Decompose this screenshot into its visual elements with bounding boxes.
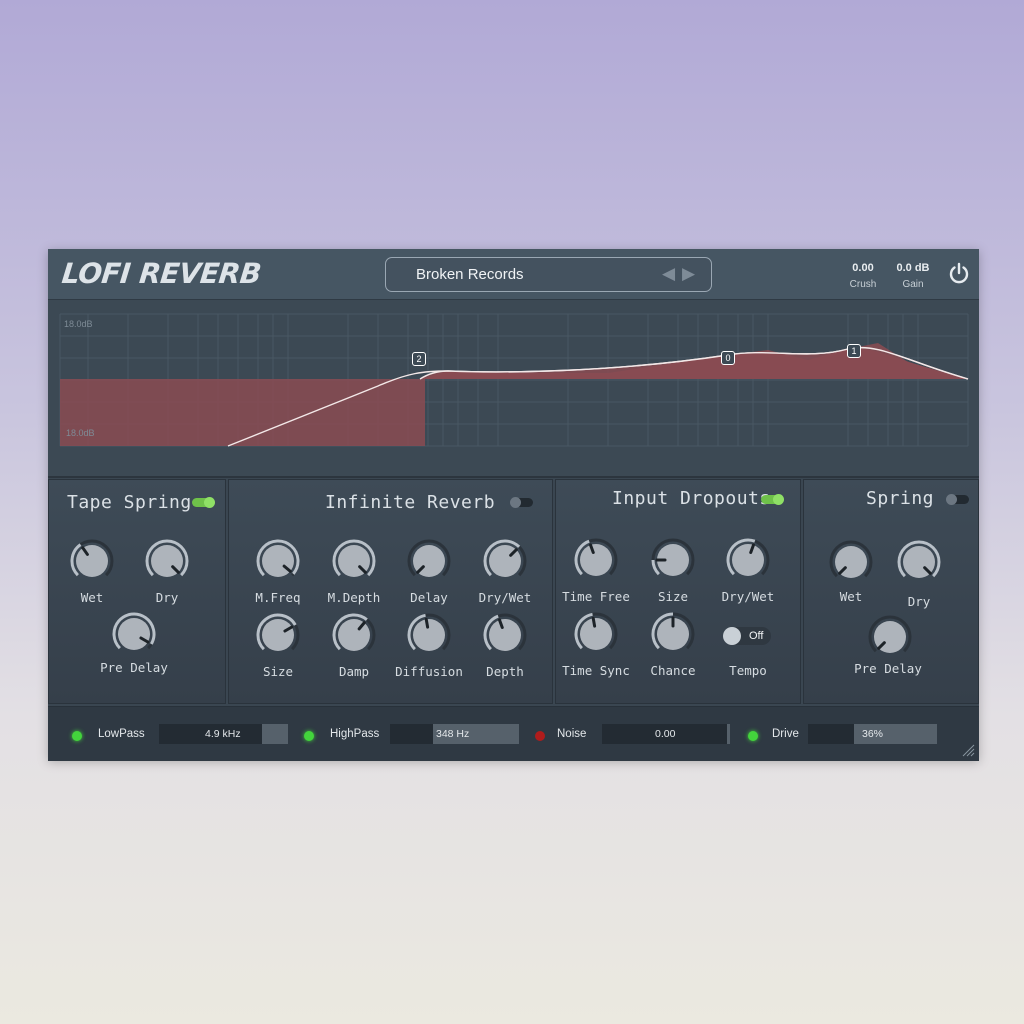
eq-node-2[interactable]: 2 xyxy=(412,352,426,366)
logo: LOFI REVERB xyxy=(60,257,263,290)
size-knob[interactable] xyxy=(256,613,300,657)
highpass-led[interactable] xyxy=(304,731,314,741)
noise-label: Noise xyxy=(557,728,587,740)
dry-wet-knob[interactable] xyxy=(483,539,527,583)
spring-wet-knob[interactable] xyxy=(829,540,873,584)
eq-display[interactable]: 18.0dB 18.0dB 2 0 1 xyxy=(48,300,979,478)
knob-label: Dry/Wet xyxy=(478,590,532,605)
drive-led[interactable] xyxy=(748,731,758,741)
spring-toggle[interactable] xyxy=(946,494,969,505)
lowpass-label: LowPass xyxy=(98,728,145,740)
crush-label: Crush xyxy=(849,279,877,290)
damp-knob[interactable] xyxy=(332,613,376,657)
gain-value: 0.0 dB xyxy=(896,262,930,274)
dry-knob[interactable] xyxy=(145,539,189,583)
time-free-knob[interactable] xyxy=(574,538,618,582)
dropout-size-knob[interactable] xyxy=(651,538,695,582)
infinite-reverb-toggle[interactable] xyxy=(510,497,533,508)
knob-label: Pre Delay xyxy=(100,660,168,675)
dropout-dry-wet-knob[interactable] xyxy=(726,538,770,582)
highpass-value: 348 Hz xyxy=(436,728,470,740)
mfreq-knob[interactable] xyxy=(256,539,300,583)
knob-label: Pre Delay xyxy=(854,661,922,676)
eq-node-0[interactable]: 0 xyxy=(721,351,735,365)
preset-selector[interactable]: Broken Records ◀ ▶ xyxy=(385,257,712,292)
diffusion-knob[interactable] xyxy=(407,613,451,657)
pre-delay-knob[interactable] xyxy=(112,612,156,656)
delay-knob[interactable] xyxy=(407,539,451,583)
chance-knob[interactable] xyxy=(651,612,695,656)
gain-label: Gain xyxy=(902,279,924,290)
spring-dry-knob[interactable] xyxy=(897,540,941,584)
panel-infinite-reverb: Infinite Reverb M.Freq M.Depth Delay Dry… xyxy=(228,479,553,704)
tempo-toggle[interactable]: Off xyxy=(723,627,771,645)
panel-title: Infinite Reverb xyxy=(325,492,496,513)
crush-value: 0.00 xyxy=(852,262,874,274)
knob-label: Depth xyxy=(486,664,524,679)
panel-title: Spring xyxy=(866,488,935,509)
crush-readout[interactable]: 0.00 Crush xyxy=(843,262,883,290)
drive-value: 36% xyxy=(862,728,884,740)
panel-title: Tape Spring xyxy=(67,492,192,513)
highpass-label: HighPass xyxy=(330,728,380,740)
bottom-bar: LowPass 4.9 kHz HighPass 348 Hz Noise 0.… xyxy=(48,706,979,761)
drive-field[interactable]: 36% xyxy=(808,724,937,744)
input-dropouts-toggle[interactable] xyxy=(761,494,784,505)
panel-spring: Spring Wet Dry Pre Delay xyxy=(803,479,979,704)
time-sync-knob[interactable] xyxy=(574,612,618,656)
gain-readout[interactable]: 0.0 dB Gain xyxy=(891,262,935,290)
eq-node-1[interactable]: 1 xyxy=(847,344,861,358)
next-preset-icon[interactable]: ▶ xyxy=(682,264,695,284)
eq-top-db-label: 18.0dB xyxy=(64,319,93,329)
lowpass-led[interactable] xyxy=(72,731,82,741)
drive-label: Drive xyxy=(772,728,799,740)
knob-label: Dry xyxy=(907,594,931,609)
knob-label: Dry/Wet xyxy=(721,589,775,604)
tempo-state: Off xyxy=(749,630,764,642)
tape-spring-toggle[interactable] xyxy=(192,497,215,508)
spring-pre-delay-knob[interactable] xyxy=(868,615,912,659)
power-icon[interactable] xyxy=(947,261,971,285)
noise-field[interactable]: 0.00 xyxy=(602,724,730,744)
tempo-label: Tempo xyxy=(729,663,767,678)
prev-preset-icon[interactable]: ◀ xyxy=(662,264,675,284)
header-bar: LOFI REVERB Broken Records ◀ ▶ 0.00 Crus… xyxy=(48,249,979,300)
noise-value: 0.00 xyxy=(655,728,676,740)
highpass-field[interactable]: 348 Hz xyxy=(390,724,519,744)
resize-handle-icon[interactable] xyxy=(961,743,975,757)
eq-bottom-db-label: 18.0dB xyxy=(66,428,95,438)
preset-name: Broken Records xyxy=(416,266,524,283)
plugin-window: LOFI REVERB Broken Records ◀ ▶ 0.00 Crus… xyxy=(48,249,979,761)
mdepth-knob[interactable] xyxy=(332,539,376,583)
panel-input-dropouts: Input Dropouts Time Free Size Dry/Wet Ti… xyxy=(555,479,801,704)
depth-knob[interactable] xyxy=(483,613,527,657)
knob-label: Dry xyxy=(155,590,179,605)
wet-knob[interactable] xyxy=(70,539,114,583)
panel-tape-spring: Tape Spring Wet Dry Pre Delay xyxy=(48,479,226,704)
lowpass-value: 4.9 kHz xyxy=(205,728,241,740)
lowpass-field[interactable]: 4.9 kHz xyxy=(159,724,288,744)
panel-title: Input Dropouts xyxy=(612,488,771,509)
noise-led[interactable] xyxy=(535,731,545,741)
